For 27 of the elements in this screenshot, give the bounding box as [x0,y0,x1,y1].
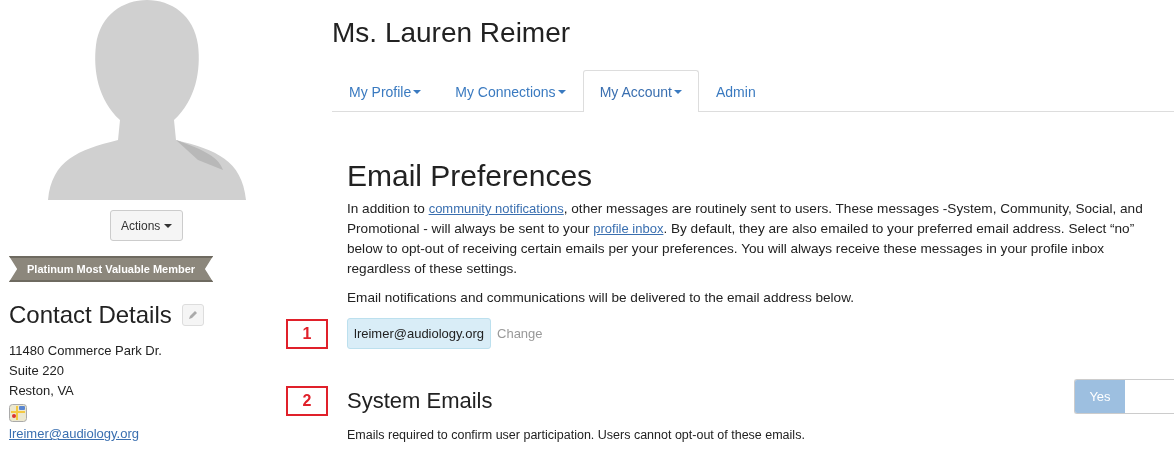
section-heading: Email Preferences [347,159,594,193]
avatar-silhouette-icon [48,0,246,200]
address-line: Suite 220 [9,362,65,380]
change-link[interactable]: Change [497,326,543,341]
section-description: Emails required to confirm user participation. Users cannot opt-out of these emails. [347,428,806,442]
tab[interactable]: Admin [699,71,773,112]
member-ribbon-badge: Platinum Most Valuable Member [9,256,214,282]
contact-heading: Contact Details [9,301,172,329]
tab[interactable]: My Profile [332,71,439,112]
tab[interactable]: My Account [582,70,699,112]
pencil-icon [187,310,198,320]
intro-paragraph: In addition to community notifications, other messages are routinely sent to users. These messages -System, Community, Social, and Promotional - will always be sent to your profile inbox. By default, they are also emailed to your preferred email address. Select “no” below to opt-out of receiving certain emails per your preferences. You will always receive these messages in your profile inbox regardless of these settings. [347,200,1144,278]
delivery-note: Email notifications and communications will be delivered to the email address below. [347,289,855,307]
caret-icon [164,223,173,228]
actions-button[interactable]: Actions [110,210,184,241]
address-line: Reston, VA [9,382,75,400]
email-address-chip: lreimer@audiology.org [347,318,491,349]
text-link[interactable]: community notifications [428,201,564,216]
page-title: Ms. Lauren Reimer [332,17,572,49]
email-link[interactable]: lreimer@audiology.org [9,426,139,441]
number-marker: 2 [286,386,328,416]
edit-button[interactable] [181,304,204,326]
map-icon[interactable] [9,404,27,422]
number-marker: 1 [286,318,328,349]
tab[interactable]: My Connections [438,71,583,112]
section-heading: System Emails [347,388,494,414]
address-line: 11480 Commerce Park Dr. [9,342,163,360]
